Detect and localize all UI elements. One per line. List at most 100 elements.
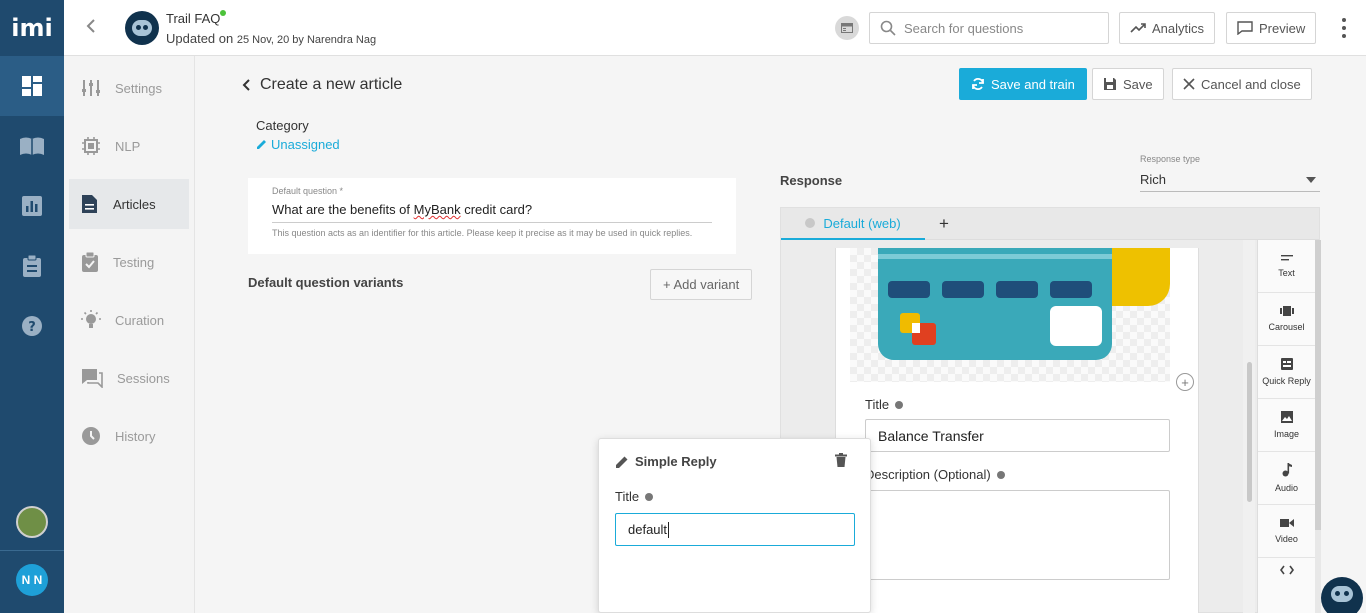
pencil-icon	[616, 456, 628, 468]
dq-text-pre: What are the benefits of	[272, 202, 414, 217]
nav-label-testing: Testing	[113, 254, 155, 270]
text-icon	[1280, 255, 1293, 261]
back-chevron-icon[interactable]	[242, 78, 252, 92]
save-and-train-button[interactable]: Save and train	[959, 68, 1087, 100]
sliders-icon	[82, 80, 100, 96]
bot-avatar	[125, 11, 159, 45]
search-input[interactable]	[904, 20, 1094, 36]
default-question-field[interactable]: What are the benefits of MyBank credit c…	[272, 202, 712, 223]
tool-video-label: Video	[1275, 534, 1298, 544]
category-label: Category	[256, 118, 309, 133]
nav-item-nlp[interactable]: NLP	[69, 121, 189, 171]
bar-chart-icon	[22, 196, 42, 216]
card-title-input[interactable]: Balance Transfer	[865, 419, 1170, 452]
updated-by: by Narendra Nag	[289, 34, 377, 46]
analytics-button[interactable]: Analytics	[1119, 12, 1216, 44]
clipboard-check-icon	[82, 252, 98, 272]
response-type-label: Response type	[1140, 154, 1201, 164]
rail-tasks[interactable]	[0, 236, 64, 296]
add-channel-button[interactable]: +	[939, 214, 949, 234]
back-chevron-icon[interactable]	[86, 18, 96, 39]
rail-divider	[0, 550, 64, 551]
tool-image-label: Image	[1273, 429, 1299, 439]
book-icon	[20, 137, 44, 155]
delete-icon[interactable]	[835, 453, 847, 470]
pencil-icon	[257, 140, 266, 149]
dq-text-post: credit card?	[460, 202, 533, 217]
clipboard-icon	[23, 255, 41, 277]
bot-profile-avatar[interactable]	[16, 506, 48, 538]
nav-item-settings[interactable]: Settings	[69, 63, 189, 113]
cancel-and-close-button[interactable]: Cancel and close	[1172, 68, 1312, 100]
add-card-button[interactable]: +	[1176, 373, 1194, 391]
add-variant-button[interactable]: + Add variant	[650, 269, 753, 300]
updated-date: 25 Nov, 20	[236, 34, 290, 46]
robot-face-icon	[1331, 586, 1353, 602]
tool-image[interactable]: Image	[1258, 399, 1315, 452]
chat-launcher-button[interactable]	[1321, 577, 1363, 613]
robot-face-icon	[132, 20, 152, 36]
card-description-label: Description (Optional)	[865, 467, 1005, 482]
nav-item-sessions[interactable]: Sessions	[69, 353, 189, 403]
cancel-label: Cancel and close	[1201, 76, 1301, 92]
response-type-select[interactable]: Response type Rich	[1140, 154, 1320, 192]
nav-item-history[interactable]: History	[69, 411, 189, 461]
nav-label-settings: Settings	[115, 80, 162, 96]
nav-item-testing[interactable]: Testing	[69, 237, 189, 287]
toolbox-scrollbar[interactable]	[1315, 240, 1321, 613]
rail-dashboard[interactable]	[0, 56, 64, 116]
updated-prefix: Updated on	[166, 31, 237, 46]
default-question-label: Default question *	[272, 186, 344, 196]
trending-up-icon	[1130, 23, 1146, 33]
help-icon: ?	[22, 316, 42, 336]
carousel-icon	[1279, 306, 1294, 316]
preview-label: Preview	[1259, 20, 1306, 36]
dashboard-icon	[22, 76, 42, 96]
tool-text[interactable]: Text	[1258, 240, 1315, 293]
tool-code[interactable]	[1258, 558, 1315, 588]
tool-audio[interactable]: Audio	[1258, 452, 1315, 505]
analytics-label: Analytics	[1152, 20, 1205, 36]
rail-knowledge[interactable]	[0, 116, 64, 176]
popup-heading-text: Simple Reply	[635, 454, 717, 469]
popup-title-input[interactable]: default	[615, 513, 855, 546]
chip-icon	[82, 137, 100, 155]
save-button[interactable]: Save	[1092, 68, 1164, 100]
card-description-input[interactable]	[865, 490, 1170, 580]
simple-reply-popup: Simple Reply Title default	[598, 438, 871, 613]
rail-help[interactable]: ?	[0, 296, 64, 356]
user-avatar[interactable]: N N	[16, 564, 48, 596]
rail-reports[interactable]	[0, 176, 64, 236]
preview-button[interactable]: Preview	[1226, 12, 1317, 44]
response-label: Response	[780, 173, 843, 188]
editor-scrollbar[interactable]	[1243, 240, 1255, 613]
knowledge-base-icon[interactable]	[835, 16, 859, 40]
search-box[interactable]	[869, 12, 1109, 44]
tool-quick-reply[interactable]: Quick Reply	[1258, 346, 1315, 399]
default-question-card: Default question * What are the benefits…	[248, 178, 736, 254]
tool-quick-reply-label: Quick Reply	[1262, 376, 1311, 386]
nav-label-nlp: NLP	[115, 138, 141, 154]
tool-carousel[interactable]: Carousel	[1258, 293, 1315, 346]
category-link[interactable]: Unassigned	[256, 137, 340, 152]
tab-default-web[interactable]: Default (web)	[781, 208, 925, 240]
info-icon	[895, 400, 904, 409]
response-type-value-row[interactable]: Rich	[1140, 168, 1320, 192]
bot-name: Trail FAQ	[166, 11, 221, 26]
more-options-icon[interactable]	[1340, 18, 1348, 38]
credit-card-illustration	[878, 248, 1112, 360]
nav-item-articles[interactable]: Articles	[69, 179, 189, 229]
response-type-value: Rich	[1140, 172, 1167, 187]
popup-title-label: Title	[615, 489, 654, 504]
response-toolbox: Text Carousel Quick Reply Image Audio Vi…	[1257, 240, 1315, 613]
imi-logo[interactable]: imi	[0, 0, 64, 56]
tool-video[interactable]: Video	[1258, 505, 1315, 558]
channel-tabs: Default (web) +	[781, 208, 1319, 240]
nav-label-curation: Curation	[115, 312, 165, 328]
history-icon	[82, 427, 100, 445]
card-image[interactable]	[850, 248, 1170, 382]
nav-item-curation[interactable]: Curation	[69, 295, 189, 345]
nav-label-articles: Articles	[113, 196, 156, 212]
category-value: Unassigned	[271, 137, 340, 152]
card-title-label-text: Title	[865, 397, 890, 412]
